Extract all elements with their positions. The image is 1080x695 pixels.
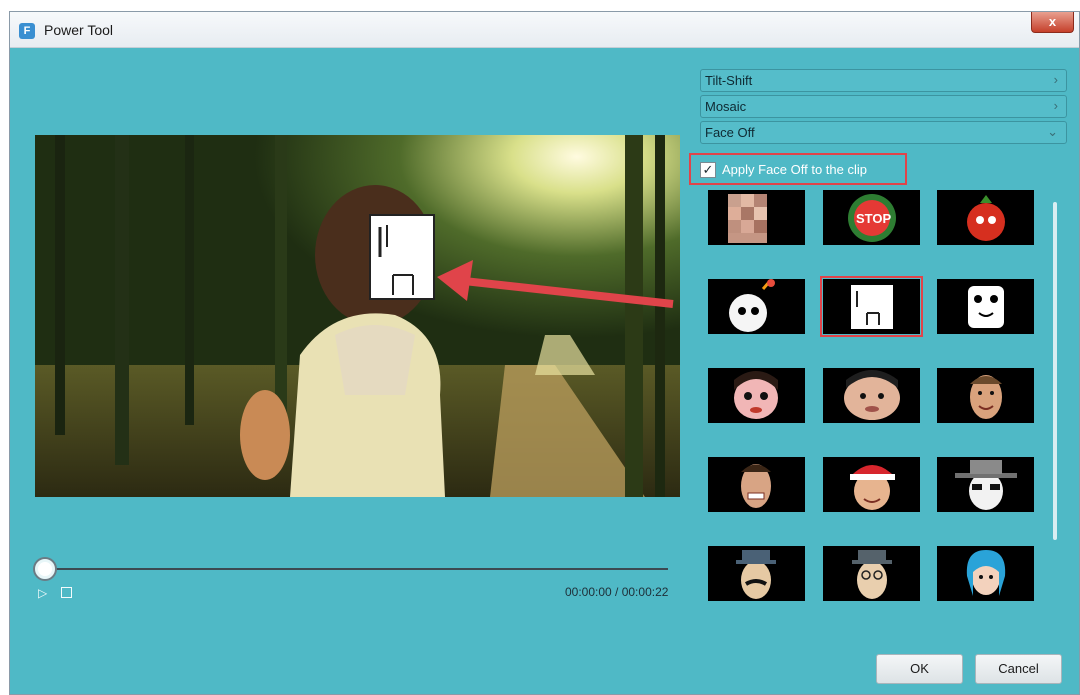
mask-thumb-ghost[interactable]	[937, 279, 1034, 334]
mask-thumb-stop-sign[interactable]: STOP	[823, 190, 920, 245]
mask-thumb-santa-hat[interactable]	[823, 457, 920, 512]
close-button[interactable]: x	[1031, 12, 1074, 33]
mask-thumb-fedora-sunglasses[interactable]	[937, 457, 1034, 512]
timeline-track[interactable]	[42, 568, 668, 570]
section-label: Face Off	[705, 125, 755, 140]
mask-thumb-tomato[interactable]	[937, 190, 1034, 245]
apply-face-off-row[interactable]: ✓ Apply Face Off to the clip	[689, 153, 907, 185]
mask-thumb-glasses-man[interactable]	[823, 546, 920, 601]
chevron-right-icon: ›	[1053, 98, 1058, 113]
mask-list-scrollbar[interactable]	[1053, 202, 1057, 540]
power-tool-dialog: F Power Tool x ▷ 00:00:00 / 00:00:22 Til…	[9, 11, 1080, 695]
apply-face-off-checkbox[interactable]: ✓	[700, 162, 716, 178]
section-tilt-shift[interactable]: Tilt-Shift ›	[700, 69, 1067, 92]
stop-icon[interactable]	[61, 587, 72, 598]
chevron-right-icon: ›	[1053, 72, 1058, 87]
mask-thumb-smiling-man[interactable]	[937, 368, 1034, 423]
section-label: Tilt-Shift	[705, 73, 753, 88]
cancel-button[interactable]: Cancel	[975, 654, 1062, 684]
time-readout: 00:00:00 / 00:00:22	[565, 585, 669, 599]
title-bar: F Power Tool x	[10, 12, 1079, 48]
section-label: Mosaic	[705, 99, 747, 114]
svg-text:STOP: STOP	[856, 211, 891, 226]
mask-thumb-doll-face[interactable]	[708, 368, 805, 423]
mask-thumb-paper-bag[interactable]	[820, 276, 923, 337]
mask-thumb-bomb[interactable]	[708, 279, 805, 334]
mask-thumb-grinning-man[interactable]	[708, 457, 805, 512]
window-title: Power Tool	[44, 22, 114, 38]
mask-grid: STOP	[708, 190, 1038, 610]
section-mosaic[interactable]: Mosaic ›	[700, 95, 1067, 118]
video-preview[interactable]	[35, 135, 680, 497]
mask-thumb-mustache-man[interactable]	[708, 546, 805, 601]
mask-thumb-blue-hair-girl[interactable]	[937, 546, 1034, 601]
mask-thumb-chubby-face[interactable]	[823, 368, 920, 423]
mask-thumb-mosaic[interactable]	[708, 190, 805, 245]
playhead-knob[interactable]	[35, 559, 55, 579]
apply-face-off-label: Apply Face Off to the clip	[722, 162, 867, 177]
ok-button[interactable]: OK	[876, 654, 963, 684]
play-icon[interactable]: ▷	[38, 586, 52, 600]
section-face-off[interactable]: Face Off ⌄	[700, 121, 1067, 144]
chevron-down-icon: ⌄	[1047, 124, 1058, 139]
app-icon: F	[19, 23, 35, 39]
